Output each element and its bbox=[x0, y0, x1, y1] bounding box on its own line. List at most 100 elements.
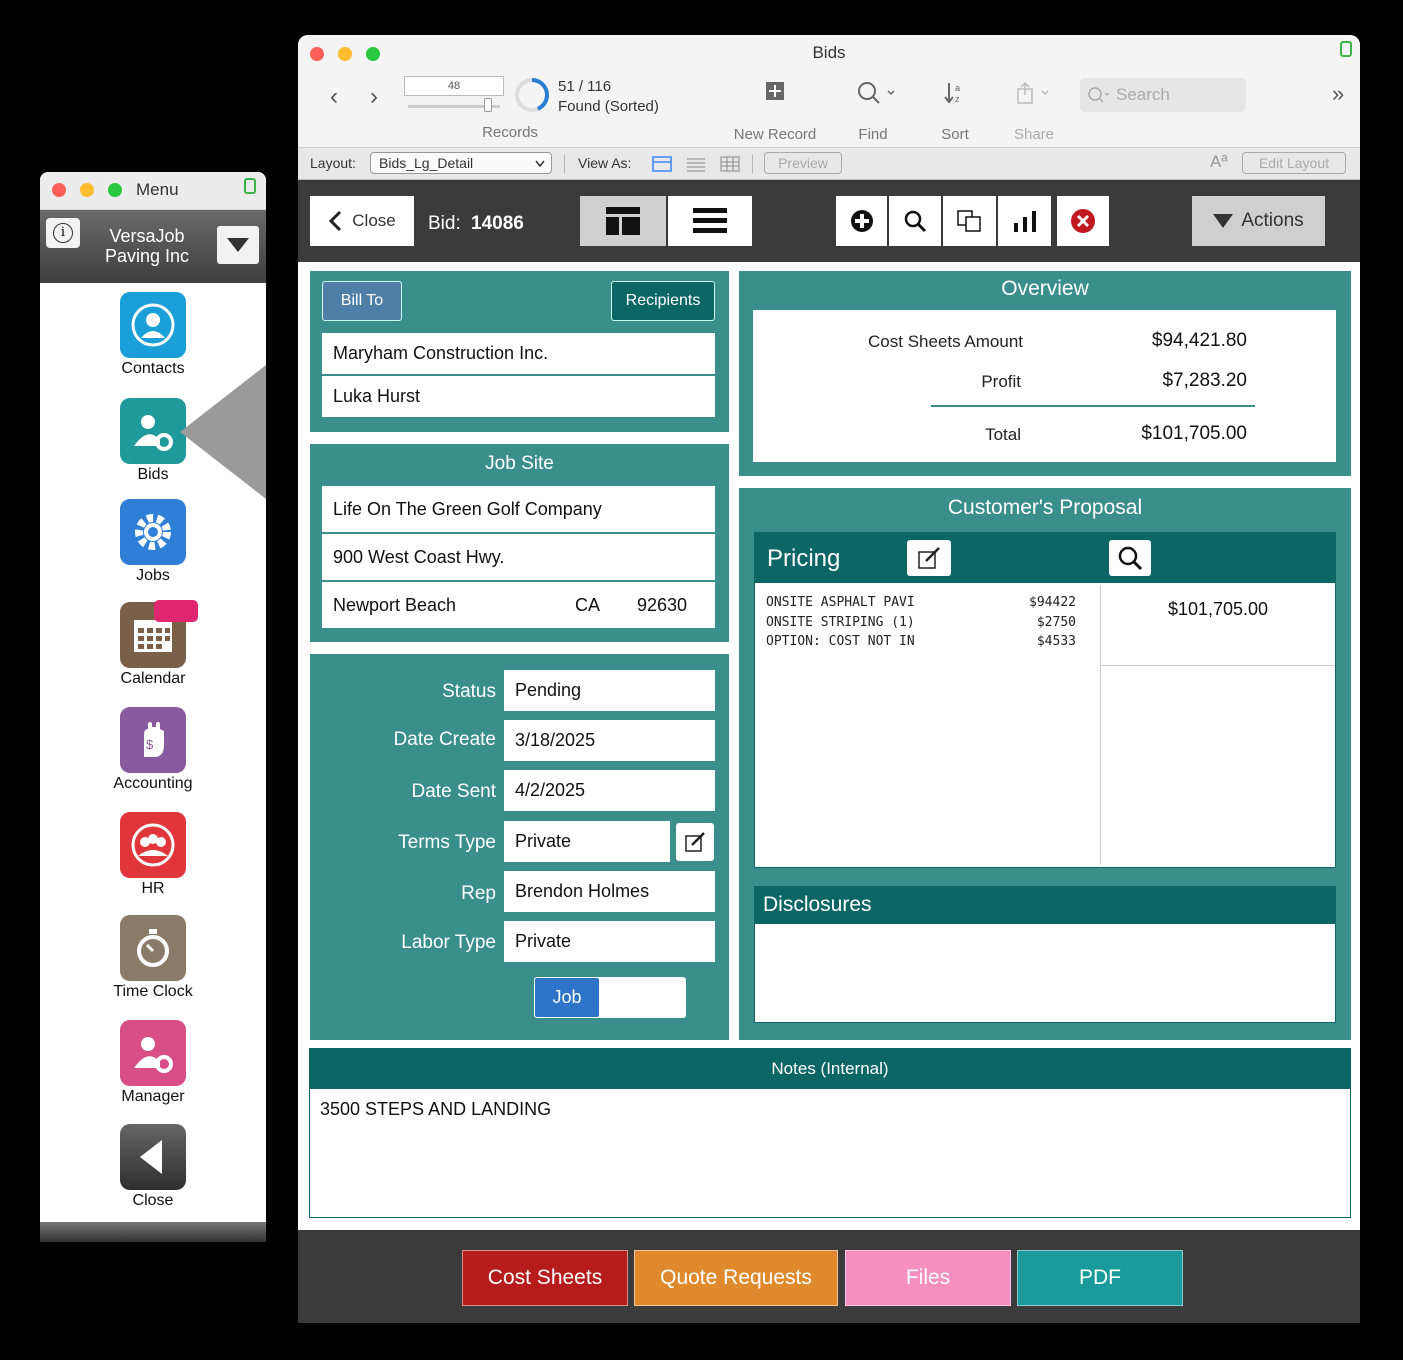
bids-window: Bids ‹ › 51 / 116 Found (Sorted) Records… bbox=[298, 35, 1360, 1323]
edit-layout-button[interactable]: Edit Layout bbox=[1242, 152, 1346, 174]
menu-item-manager[interactable]: Manager bbox=[40, 1020, 266, 1106]
minimize-window-button[interactable] bbox=[80, 183, 94, 197]
add-button[interactable] bbox=[836, 196, 887, 246]
bid-label: Bid: bbox=[428, 213, 461, 234]
delete-button[interactable] bbox=[1057, 196, 1109, 246]
pricing-lines: ONSITE ASPHALT PAVI $94422 ONSITE STRIPIN… bbox=[766, 593, 1086, 652]
form-view-icon[interactable] bbox=[652, 156, 672, 172]
hamburger-list-icon bbox=[693, 208, 727, 233]
pricing-line-amount: $4533 bbox=[1036, 634, 1076, 650]
notes-title: Notes (Internal) bbox=[310, 1049, 1350, 1089]
share-button[interactable]: Share bbox=[1002, 81, 1066, 143]
pricing-line-amount: $94422 bbox=[1029, 595, 1076, 611]
next-record-button[interactable]: › bbox=[370, 83, 378, 111]
profit-amount: $7,283.20 bbox=[1162, 370, 1247, 391]
date-create-field[interactable]: 3/18/2025 bbox=[504, 720, 715, 761]
duplicate-button[interactable] bbox=[943, 196, 996, 246]
zoom-window-button[interactable] bbox=[108, 183, 122, 197]
pricing-line-desc: ONSITE STRIPING (1) bbox=[766, 614, 915, 630]
menu-item-jobs[interactable]: Jobs bbox=[40, 499, 266, 585]
company-dropdown-button[interactable] bbox=[217, 226, 259, 264]
job-site-name-field[interactable]: Life On The Green Golf Company bbox=[322, 486, 715, 532]
previous-record-button[interactable]: ‹ bbox=[330, 83, 338, 111]
bill-to-button[interactable]: Bill To bbox=[322, 281, 402, 321]
recipients-button[interactable]: Recipients bbox=[611, 281, 715, 321]
disclosures-box[interactable]: Disclosures bbox=[754, 886, 1336, 1023]
quote-requests-button[interactable]: Quote Requests bbox=[634, 1250, 838, 1306]
date-sent-label: Date Sent bbox=[411, 781, 497, 802]
info-button[interactable]: i bbox=[46, 218, 80, 248]
table-view-icon[interactable] bbox=[720, 156, 740, 172]
new-record-label: New Record bbox=[733, 126, 817, 143]
job-site-address-field[interactable]: 900 West Coast Hwy. bbox=[322, 534, 715, 580]
list-layout-button[interactable] bbox=[668, 196, 752, 246]
caret-down-icon bbox=[1213, 214, 1234, 228]
job-toggle[interactable]: Job bbox=[534, 977, 686, 1018]
total-divider bbox=[931, 405, 1255, 407]
menu-item-calendar[interactable]: Calendar bbox=[40, 602, 266, 688]
job-site-state[interactable]: CA bbox=[575, 595, 637, 616]
menu-item-accounting[interactable]: $ Accounting bbox=[40, 707, 266, 793]
search-field[interactable]: Search bbox=[1080, 78, 1246, 112]
svg-text:a: a bbox=[955, 83, 960, 93]
terms-edit-button[interactable] bbox=[676, 823, 714, 861]
rep-field[interactable]: Brendon Holmes bbox=[504, 871, 715, 912]
new-record-button[interactable]: New Record bbox=[728, 81, 822, 143]
status-field[interactable]: Pending bbox=[504, 670, 715, 711]
window-toolbar: Bids ‹ › 51 / 116 Found (Sorted) Records… bbox=[298, 35, 1360, 147]
records-label: Records bbox=[482, 124, 538, 141]
detail-layout-button[interactable] bbox=[580, 196, 666, 246]
pdf-button[interactable]: PDF bbox=[1017, 1250, 1183, 1306]
job-site-city[interactable]: Newport Beach bbox=[333, 595, 575, 616]
actions-button[interactable]: Actions bbox=[1192, 196, 1325, 246]
menu-item-label: Close bbox=[132, 1192, 174, 1209]
close-record-button[interactable]: Close bbox=[310, 196, 414, 246]
menu-item-hr[interactable]: HR bbox=[40, 812, 266, 898]
pricing-line-desc: ONSITE ASPHALT PAVI bbox=[766, 595, 915, 611]
preview-button[interactable]: Preview bbox=[764, 152, 842, 174]
layout-detail-icon bbox=[606, 207, 640, 235]
hr-icon bbox=[120, 812, 186, 878]
pricing-line-amount: $2750 bbox=[1036, 614, 1076, 630]
calendar-badge bbox=[154, 600, 198, 622]
date-sent-field[interactable]: 4/2/2025 bbox=[504, 770, 715, 811]
menu-titlebar: Menu bbox=[40, 172, 266, 210]
record-header-bar: Close Bid: 14086 Actions bbox=[298, 180, 1360, 262]
list-view-icon[interactable] bbox=[686, 156, 706, 172]
labor-type-field[interactable]: Private bbox=[504, 921, 715, 962]
overflow-chevron-icon[interactable]: » bbox=[1332, 81, 1344, 107]
text-formatting-icon[interactable]: Aª bbox=[1210, 152, 1228, 172]
menu-item-label: Jobs bbox=[136, 567, 170, 584]
menu-item-time-clock[interactable]: Time Clock bbox=[40, 915, 266, 1001]
sort-button[interactable]: az Sort bbox=[928, 81, 982, 143]
cost-sheets-button[interactable]: Cost Sheets bbox=[462, 1250, 628, 1306]
customer-proposal-panel: Customer's Proposal Pricing ONSITE ASPHA… bbox=[739, 488, 1351, 1040]
menu-item-close[interactable]: Close bbox=[40, 1124, 266, 1210]
divider bbox=[564, 154, 565, 174]
records-progress-icon bbox=[515, 78, 549, 112]
bill-to-company-field[interactable]: Maryham Construction Inc. bbox=[322, 333, 715, 374]
record-slider-thumb[interactable] bbox=[484, 98, 492, 112]
find-button[interactable]: Find bbox=[838, 81, 908, 143]
report-button[interactable] bbox=[998, 196, 1051, 246]
job-site-title: Job Site bbox=[485, 453, 554, 474]
layout-select[interactable]: Bids_Lg_Detail bbox=[370, 152, 552, 174]
jobs-gear-icon bbox=[120, 499, 186, 565]
job-site-zip[interactable]: 92630 bbox=[637, 595, 687, 616]
close-window-button[interactable] bbox=[52, 183, 66, 197]
search-placeholder: Search bbox=[1116, 85, 1170, 104]
notes-text-area[interactable]: 3500 STEPS AND LANDING bbox=[320, 1099, 551, 1120]
pricing-line: ONSITE STRIPING (1) $2750 bbox=[766, 613, 1086, 633]
record-number-input[interactable] bbox=[404, 76, 504, 96]
terms-type-field[interactable]: Private bbox=[504, 821, 670, 862]
lock-icon bbox=[244, 178, 256, 194]
pricing-edit-button[interactable] bbox=[907, 540, 951, 576]
pricing-divider bbox=[1100, 585, 1101, 865]
labor-type-label: Labor Type bbox=[401, 932, 496, 953]
pricing-search-button[interactable] bbox=[1109, 540, 1151, 576]
find-record-button[interactable] bbox=[889, 196, 941, 246]
files-button[interactable]: Files bbox=[845, 1250, 1011, 1306]
divider bbox=[752, 154, 753, 174]
job-button[interactable]: Job bbox=[535, 978, 599, 1017]
bill-to-contact-field[interactable]: Luka Hurst bbox=[322, 376, 715, 417]
